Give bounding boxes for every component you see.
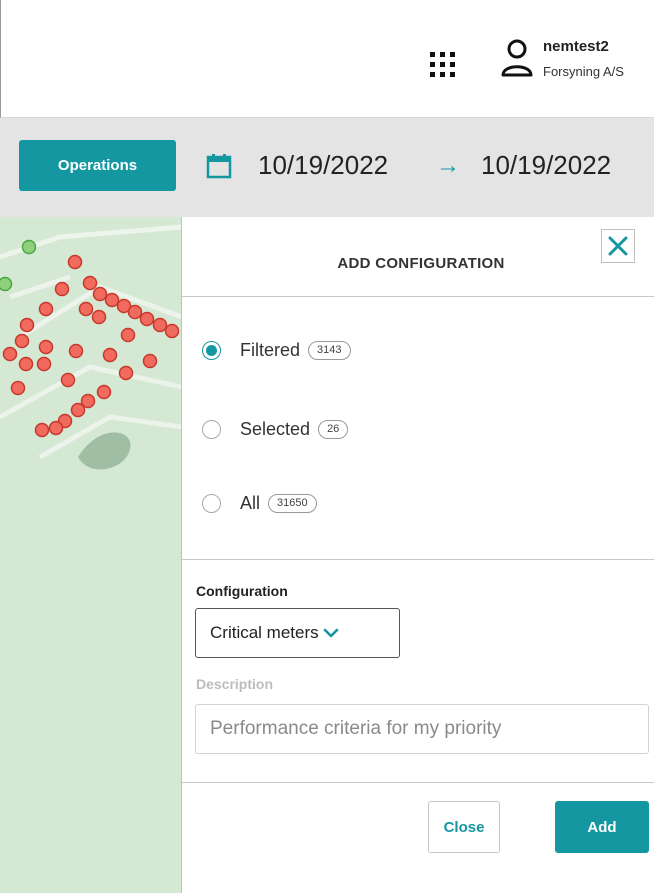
map-marker[interactable] <box>139 311 155 327</box>
divider <box>182 782 654 783</box>
option-filtered[interactable]: Filtered 3143 <box>202 340 351 361</box>
all-count-badge: 31650 <box>268 494 317 513</box>
map-marker[interactable] <box>10 380 26 396</box>
map-marker[interactable] <box>36 356 52 372</box>
calendar-icon[interactable] <box>206 153 232 179</box>
map-marker[interactable] <box>19 317 35 333</box>
map-marker[interactable] <box>34 422 50 438</box>
date-range-arrow: → <box>436 152 460 179</box>
close-icon <box>608 236 628 256</box>
map-marker[interactable] <box>0 276 13 292</box>
map-marker[interactable] <box>104 292 120 308</box>
map-marker[interactable] <box>67 254 83 270</box>
description-label: Description <box>196 676 274 692</box>
map-marker[interactable] <box>92 286 108 302</box>
organization-name: Forsyning A/S <box>543 64 624 79</box>
map-marker[interactable] <box>48 420 64 436</box>
map-marker[interactable] <box>54 281 70 297</box>
map-marker[interactable] <box>120 327 136 343</box>
option-all[interactable]: All 31650 <box>202 493 317 514</box>
filtered-count-badge: 3143 <box>308 341 351 360</box>
map-marker[interactable] <box>14 333 30 349</box>
map-marker[interactable] <box>68 343 84 359</box>
panel-header: ADD CONFIGURATION <box>182 217 654 297</box>
operations-button[interactable]: Operations <box>19 140 176 191</box>
add-button[interactable]: Add <box>555 801 649 853</box>
date-to[interactable]: 10/19/2022 <box>481 150 611 181</box>
map-marker[interactable] <box>60 372 76 388</box>
filtered-radio[interactable] <box>202 341 221 360</box>
close-button[interactable]: Close <box>428 801 500 853</box>
map-marker[interactable] <box>78 301 94 317</box>
map-marker[interactable] <box>118 365 134 381</box>
user-icon[interactable] <box>500 38 534 78</box>
map-marker[interactable] <box>70 402 86 418</box>
option-selected[interactable]: Selected 26 <box>202 419 349 440</box>
date-from[interactable]: 10/19/2022 <box>258 150 388 181</box>
map-marker[interactable] <box>102 347 118 363</box>
map-marker[interactable] <box>21 239 37 255</box>
add-configuration-panel: ADD CONFIGURATION Filtered 3143 Selected… <box>182 217 654 893</box>
map-marker[interactable] <box>164 323 180 339</box>
map-marker[interactable] <box>38 339 54 355</box>
description-input[interactable] <box>195 704 649 754</box>
chevron-down-icon <box>323 628 338 638</box>
configuration-select[interactable]: Critical meters <box>195 608 400 658</box>
map-canvas[interactable] <box>0 217 182 893</box>
selected-label: Selected <box>240 419 311 439</box>
map-marker[interactable] <box>142 353 158 369</box>
map-marker[interactable] <box>82 275 98 291</box>
all-label: All <box>240 493 261 513</box>
selected-count-badge: 26 <box>318 420 349 439</box>
map-marker[interactable] <box>2 346 18 362</box>
pond-shape <box>78 432 131 470</box>
map-marker[interactable] <box>127 304 143 320</box>
close-icon-button[interactable] <box>601 229 635 263</box>
panel-title: ADD CONFIGURATION <box>337 255 505 272</box>
map-marker[interactable] <box>96 384 112 400</box>
map-marker[interactable] <box>38 301 54 317</box>
selected-radio[interactable] <box>202 420 221 439</box>
all-radio[interactable] <box>202 494 221 513</box>
map-marker[interactable] <box>18 356 34 372</box>
map-marker[interactable] <box>152 317 168 333</box>
grid-apps-icon[interactable] <box>428 50 458 80</box>
map-marker[interactable] <box>91 309 107 325</box>
configuration-label: Configuration <box>196 583 288 599</box>
configuration-value: Critical meters <box>210 623 319 642</box>
filtered-label: Filtered <box>240 340 301 360</box>
divider <box>182 559 654 560</box>
map-view[interactable] <box>0 217 182 893</box>
top-bar: nemtest2 Forsyning A/S <box>0 0 654 118</box>
user-name[interactable]: nemtest2 <box>543 38 609 55</box>
